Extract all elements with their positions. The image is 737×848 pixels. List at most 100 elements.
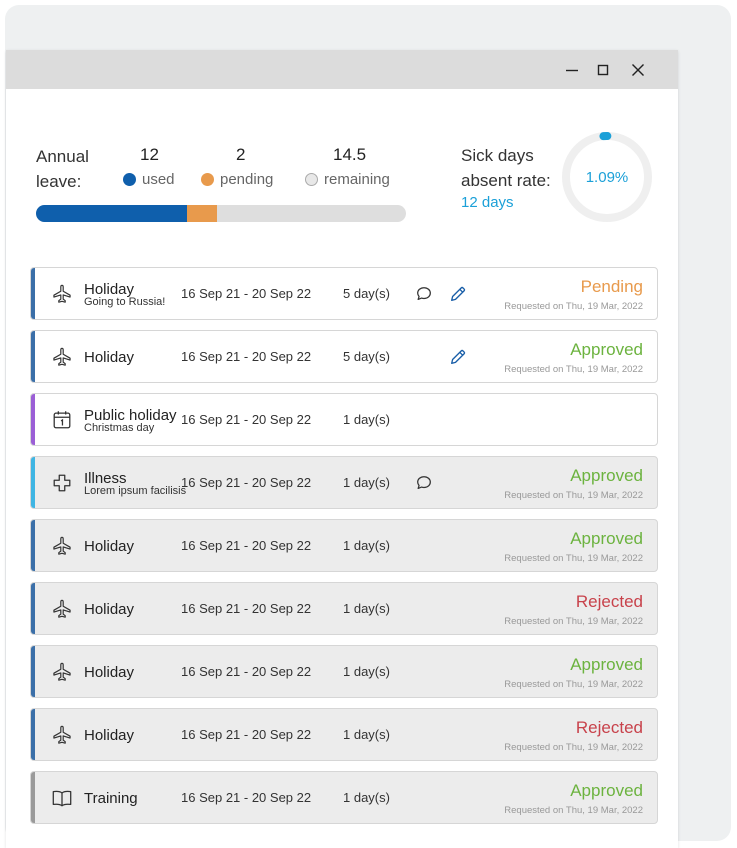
minimize-button[interactable]	[560, 58, 584, 82]
requested-date: Requested on Thu, 19 Mar, 2022	[504, 364, 643, 375]
calendar-icon	[51, 409, 73, 431]
airplane-icon	[51, 598, 73, 620]
leave-duration: 1 day(s)	[343, 727, 390, 742]
leave-request-row[interactable]: Training 16 Sep 21 - 20 Sep 22 1 day(s) App…	[30, 771, 658, 824]
leave-note: Lorem ipsum facilisis	[84, 485, 187, 497]
leave-type: Holiday	[84, 664, 135, 681]
used-value: 12	[140, 145, 159, 164]
leave-type: Holiday	[84, 727, 135, 744]
minimize-icon	[566, 69, 578, 72]
leave-duration: 1 day(s)	[343, 601, 390, 616]
status-label: Approved	[570, 340, 643, 359]
row-accent	[31, 709, 35, 760]
remaining-legend-label: remaining	[324, 171, 390, 188]
leave-request-row[interactable]: Public holiday Christmas day 16 Sep 21 - 2…	[30, 393, 658, 446]
used-legend-dot	[123, 173, 136, 186]
requested-date: Requested on Thu, 19 Mar, 2022	[504, 616, 643, 627]
airplane-icon	[51, 661, 73, 683]
leave-request-row[interactable]: Holiday 16 Sep 21 - 20 Sep 22 1 day(s) Reje…	[30, 708, 658, 761]
row-accent	[31, 646, 35, 697]
edit-icon[interactable]	[449, 348, 467, 366]
leave-dates: 16 Sep 21 - 20 Sep 22	[181, 601, 312, 616]
leave-dates: 16 Sep 21 - 20 Sep 22	[181, 412, 312, 427]
remaining-value: 14.5	[333, 145, 367, 164]
airplane-icon	[51, 724, 73, 746]
leave-dates: 16 Sep 21 - 20 Sep 22	[181, 538, 312, 553]
app-window: Annual leave: 12 used 2 pending 14.5 rem…	[6, 50, 678, 848]
remaining-stat: 14.5 remaining	[305, 145, 390, 188]
leave-request-row[interactable]: Holiday 16 Sep 21 - 20 Sep 22 1 day(s) Reje…	[30, 582, 658, 635]
comment-icon[interactable]	[415, 285, 433, 303]
medical-cross-icon	[51, 472, 73, 494]
leave-request-row[interactable]: Holiday 16 Sep 21 - 20 Sep 22 5 day(s) Appr…	[30, 330, 658, 383]
maximize-icon	[597, 64, 609, 76]
leave-dates: 16 Sep 21 - 20 Sep 22	[181, 664, 312, 679]
row-accent	[31, 772, 35, 823]
annual-leave-progress-bar	[36, 205, 406, 222]
row-accent	[31, 457, 35, 508]
title-bar	[6, 50, 678, 89]
close-icon	[632, 64, 644, 76]
leave-note: Going to Russia!	[84, 296, 166, 308]
leave-dates: 16 Sep 21 - 20 Sep 22	[181, 286, 312, 301]
maximize-button[interactable]	[591, 58, 615, 82]
requested-date: Requested on Thu, 19 Mar, 2022	[504, 679, 643, 690]
leave-note: Christmas day	[84, 422, 155, 434]
requested-date: Requested on Thu, 19 Mar, 2022	[504, 490, 643, 501]
row-accent	[31, 331, 35, 382]
leave-duration: 5 day(s)	[343, 349, 390, 364]
leave-request-row[interactable]: Holiday Going to Russia! 16 Sep 21 - 20 Se…	[30, 267, 658, 320]
leave-duration: 1 day(s)	[343, 790, 390, 805]
leave-type: Holiday	[84, 601, 135, 618]
status-label: Rejected	[575, 718, 643, 737]
status-label: Approved	[570, 781, 643, 800]
airplane-icon	[51, 283, 73, 305]
leave-dates: 16 Sep 21 - 20 Sep 22	[181, 475, 312, 490]
leave-type: Holiday	[84, 349, 135, 366]
leave-request-row[interactable]: Illness Lorem ipsum facilisis 16 Sep 21 - …	[30, 456, 658, 509]
requested-date: Requested on Thu, 19 Mar, 2022	[504, 553, 643, 564]
status-label: Approved	[570, 655, 643, 674]
status-label: Approved	[570, 529, 643, 548]
pending-legend-label: pending	[220, 171, 274, 188]
airplane-icon	[51, 346, 73, 368]
requested-date: Requested on Thu, 19 Mar, 2022	[504, 805, 643, 816]
annual-leave-label: Annual leave:	[36, 147, 89, 191]
leave-type: Training	[84, 790, 138, 807]
leave-request-row[interactable]: Holiday 16 Sep 21 - 20 Sep 22 1 day(s) Appr…	[30, 519, 658, 572]
row-accent	[31, 394, 35, 445]
status-label: Pending	[580, 277, 643, 296]
used-bar-segment	[36, 205, 187, 222]
pending-legend-dot	[201, 173, 214, 186]
leave-duration: 1 day(s)	[343, 538, 390, 553]
leave-dates: 16 Sep 21 - 20 Sep 22	[181, 349, 312, 364]
leave-request-row[interactable]: Holiday 16 Sep 21 - 20 Sep 22 1 day(s) Appr…	[30, 645, 658, 698]
status-label: Rejected	[575, 592, 643, 611]
row-accent	[31, 268, 35, 319]
sick-days-count: 12 days	[461, 194, 514, 211]
requested-date: Requested on Thu, 19 Mar, 2022	[504, 301, 643, 312]
leave-type: Holiday	[84, 538, 135, 555]
leave-duration: 1 day(s)	[343, 412, 390, 427]
remaining-legend-dot	[305, 173, 318, 186]
comment-icon[interactable]	[415, 474, 433, 492]
used-stat: 12 used	[123, 145, 175, 188]
airplane-icon	[51, 535, 73, 557]
row-accent	[31, 520, 35, 571]
leave-summary: Annual leave: 12 used 2 pending 14.5 rem…	[6, 89, 678, 289]
book-icon	[51, 787, 73, 809]
pending-bar-segment	[186, 205, 217, 222]
leave-duration: 1 day(s)	[343, 475, 390, 490]
edit-icon[interactable]	[449, 285, 467, 303]
pending-stat: 2 pending	[201, 145, 273, 188]
requested-date: Requested on Thu, 19 Mar, 2022	[504, 742, 643, 753]
pending-value: 2	[236, 145, 246, 164]
used-legend-label: used	[142, 171, 175, 188]
close-button[interactable]	[626, 58, 650, 82]
leave-dates: 16 Sep 21 - 20 Sep 22	[181, 727, 312, 742]
row-accent	[31, 583, 35, 634]
sick-days-label: Sick days absent rate:	[461, 146, 551, 190]
leave-duration: 5 day(s)	[343, 286, 390, 301]
status-label: Approved	[570, 466, 643, 485]
leave-dates: 16 Sep 21 - 20 Sep 22	[181, 790, 312, 805]
